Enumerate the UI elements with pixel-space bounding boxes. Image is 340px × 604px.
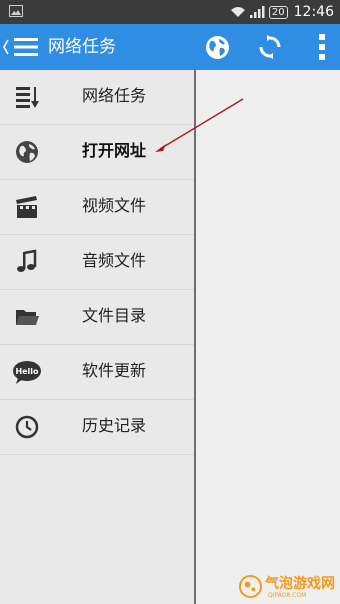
music-note-icon [17, 249, 37, 272]
menu-item-open-url[interactable]: 打开网址 [0, 125, 194, 180]
clock-icon [15, 415, 39, 439]
hello-bubble-icon: Hello [13, 361, 41, 384]
status-bar: 20 12:46 [0, 0, 340, 24]
more-vert-icon[interactable] [318, 34, 326, 60]
navigation-drawer: 网络任务 打开网址 视频文件 音频文件 文件目录 Hello 软件更新 历史记录 [0, 70, 196, 604]
svg-text:Hello: Hello [15, 367, 39, 376]
folder-icon [16, 310, 39, 325]
menu-item-label: 历史记录 [82, 416, 147, 435]
globe-icon [16, 141, 38, 163]
battery-indicator: 20 [268, 5, 288, 19]
watermark-logo-icon [238, 574, 263, 599]
menu-item-label: 打开网址 [82, 141, 147, 160]
back-chevron-icon[interactable] [2, 38, 10, 56]
clock-time: 12:46 [293, 4, 334, 20]
wifi-icon [230, 7, 245, 17]
task-list-icon [16, 87, 39, 108]
menu-item-audio-files[interactable]: 音频文件 [0, 235, 194, 290]
menu-item-label: 文件目录 [82, 306, 147, 325]
watermark: 气泡游戏网 QIPAO8.COM [238, 573, 338, 601]
video-clapper-icon [16, 196, 37, 218]
watermark-text: 气泡游戏网 [265, 576, 335, 592]
menu-item-file-directory[interactable]: 文件目录 [0, 290, 194, 345]
app-bar: 网络任务 [0, 24, 340, 70]
menu-item-label: 视频文件 [82, 196, 147, 215]
watermark-subtext: QIPAO8.COM [268, 592, 307, 599]
app-title: 网络任务 [48, 37, 116, 57]
menu-item-label: 软件更新 [82, 361, 147, 380]
menu-item-network-tasks[interactable]: 网络任务 [0, 70, 194, 125]
hamburger-icon[interactable] [14, 37, 38, 57]
image-notification-icon [9, 5, 23, 17]
content-panel [196, 70, 340, 604]
globe-icon[interactable] [205, 35, 230, 60]
menu-item-video-files[interactable]: 视频文件 [0, 180, 194, 235]
menu-item-history[interactable]: 历史记录 [0, 400, 194, 455]
signal-icon [249, 6, 265, 18]
refresh-icon[interactable] [258, 35, 282, 59]
menu-item-software-update[interactable]: Hello 软件更新 [0, 345, 194, 400]
menu-item-label: 网络任务 [82, 86, 147, 105]
menu-item-label: 音频文件 [82, 251, 147, 270]
